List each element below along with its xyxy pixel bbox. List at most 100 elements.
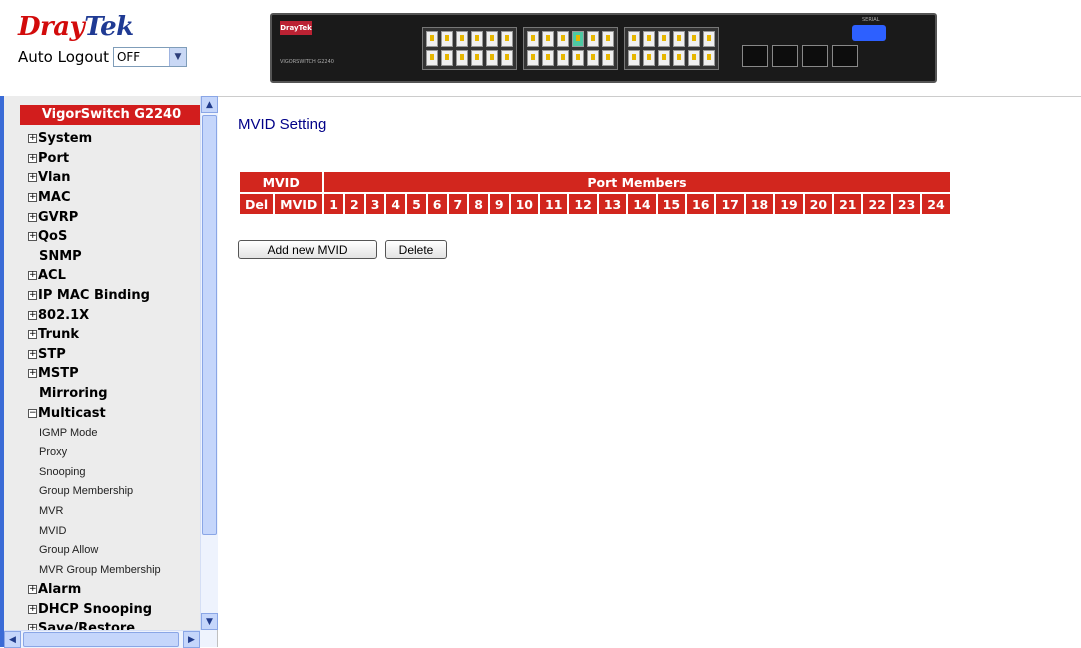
sidebar-subitem-group-membership[interactable]: Group Membership — [28, 482, 161, 502]
auto-logout-value: OFF — [116, 50, 141, 64]
column-header-port: 21 — [834, 194, 862, 216]
column-header-port: 8 — [469, 194, 488, 216]
expand-icon[interactable]: + — [28, 349, 37, 359]
scroll-left-icon[interactable]: ◀ — [4, 631, 21, 648]
sidebar-vertical-scrollbar[interactable]: ▲ ▼ — [200, 96, 218, 630]
sidebar-item-label: Port — [38, 150, 70, 166]
expand-icon[interactable]: + — [28, 193, 37, 203]
sidebar-item-label: Vlan — [38, 170, 71, 186]
sidebar-item-port[interactable]: + Port — [28, 149, 161, 169]
sidebar-item-label: MSTP — [38, 366, 79, 382]
column-header-port: 17 — [716, 194, 744, 216]
column-header-port: 6 — [427, 194, 447, 216]
expand-icon[interactable]: + — [28, 310, 37, 320]
port-icon — [673, 50, 685, 66]
expand-icon[interactable]: + — [28, 604, 37, 614]
port-icon — [602, 31, 614, 47]
scroll-right-icon[interactable]: ▶ — [183, 631, 200, 648]
port-panel — [422, 27, 719, 70]
collapse-icon[interactable]: − — [28, 408, 37, 418]
delete-button[interactable]: Delete — [385, 240, 447, 259]
auto-logout-control: Auto Logout OFF ▼ — [18, 47, 187, 67]
sidebar-subitem-group-allow[interactable]: Group Allow — [28, 540, 161, 560]
sidebar-item-mirroring[interactable]: Mirroring — [28, 384, 161, 404]
sidebar-item-qos[interactable]: + QoS — [28, 227, 161, 247]
port-icon — [501, 31, 513, 47]
header: DrayTek Auto Logout OFF ▼ DrayTek VIGORS… — [0, 0, 1081, 97]
chevron-down-icon[interactable]: ▼ — [168, 48, 186, 66]
expand-icon[interactable]: + — [28, 291, 37, 301]
sidebar-title[interactable]: VigorSwitch G2240 — [20, 105, 203, 125]
port-icon — [703, 50, 715, 66]
sidebar-horizontal-scrollbar[interactable]: ◀ ▶ — [4, 630, 200, 648]
sidebar-item-label: Multicast — [38, 405, 106, 421]
sidebar-item-trunk[interactable]: + Trunk — [28, 325, 161, 345]
port-icon — [542, 31, 554, 47]
scrollbar-thumb[interactable] — [23, 632, 179, 647]
port-icon — [456, 31, 468, 47]
sidebar-subitem-mvr-group-membership[interactable]: MVR Group Membership — [28, 560, 161, 580]
sidebar-item-mac[interactable]: + MAC — [28, 188, 161, 208]
expand-icon[interactable]: + — [28, 153, 37, 163]
sidebar-item-label: GVRP — [38, 209, 79, 225]
scrollbar-thumb[interactable] — [202, 115, 217, 535]
port-icon — [688, 50, 700, 66]
expand-icon[interactable]: + — [28, 584, 37, 594]
column-header-port: 16 — [687, 194, 715, 216]
add-new-mvid-button[interactable]: Add new MVID — [238, 240, 377, 259]
port-icon — [643, 31, 655, 47]
sidebar-item-ip-mac-binding[interactable]: + IP MAC Binding — [28, 286, 161, 306]
sidebar-subitem-mvid[interactable]: MVID — [28, 521, 161, 541]
column-header-port: 1 — [324, 194, 343, 216]
auto-logout-select[interactable]: OFF ▼ — [112, 47, 187, 67]
sidebar-item-label: QoS — [38, 229, 68, 245]
sidebar-subitem-proxy[interactable]: Proxy — [28, 443, 161, 463]
expand-icon[interactable]: + — [28, 173, 37, 183]
sidebar-item-multicast[interactable]: − Multicast — [28, 403, 161, 423]
sidebar-item-label: STP — [38, 346, 66, 362]
sidebar-item-label: System — [38, 131, 93, 147]
column-header-port: 24 — [922, 194, 950, 216]
scroll-down-icon[interactable]: ▼ — [201, 613, 218, 630]
scroll-up-icon[interactable]: ▲ — [201, 96, 218, 113]
sidebar-item-acl[interactable]: + ACL — [28, 266, 161, 286]
expand-icon[interactable]: + — [28, 369, 37, 379]
column-header-port: 4 — [386, 194, 406, 216]
sidebar-item-system[interactable]: + System — [28, 129, 161, 149]
sfp-icon — [832, 45, 858, 67]
device-model: VIGORSWITCH G2240 — [280, 59, 334, 65]
column-header-del: Del — [240, 194, 274, 216]
expand-icon[interactable]: + — [28, 330, 37, 340]
sidebar-subitem-igmp-mode[interactable]: IGMP Mode — [28, 423, 161, 443]
sidebar-item-stp[interactable]: + STP — [28, 345, 161, 365]
sidebar-subitem-snooping[interactable]: Snooping — [28, 462, 161, 482]
sidebar-item-8021x[interactable]: +802.1X — [28, 305, 161, 325]
port-icon — [628, 50, 640, 66]
sidebar-item-snmp[interactable]: SNMP — [28, 247, 161, 267]
sidebar: VigorSwitch G2240 + System + Port + Vlan + M… — [4, 96, 218, 647]
port-icon — [557, 31, 569, 47]
column-header-port: 19 — [775, 194, 803, 216]
expand-icon[interactable]: + — [28, 212, 37, 222]
sidebar-item-vlan[interactable]: + Vlan — [28, 168, 161, 188]
expand-icon[interactable]: + — [28, 134, 37, 144]
sidebar-item-label: 802.1X — [38, 307, 90, 323]
scrollbar-corner — [200, 630, 217, 647]
expand-icon[interactable]: + — [28, 271, 37, 281]
sidebar-item-alarm[interactable]: + Alarm — [28, 580, 161, 600]
expand-icon[interactable]: + — [28, 232, 37, 242]
sidebar-item-mstp[interactable]: + MSTP — [28, 364, 161, 384]
switch-panel-image: DrayTek VIGORSWITCH G2240 SERIAL — [270, 13, 937, 83]
sidebar-subitem-mvr[interactable]: MVR — [28, 501, 161, 521]
sidebar-item-label: IP MAC Binding — [38, 288, 150, 304]
port-icon — [456, 50, 468, 66]
sidebar-item-label: Alarm — [38, 581, 82, 597]
sidebar-item-dhcp-snooping[interactable]: + DHCP Snooping — [28, 599, 161, 619]
port-icon — [557, 50, 569, 66]
sidebar-item-label: SNMP — [39, 248, 82, 264]
sidebar-item-gvrp[interactable]: + GVRP — [28, 207, 161, 227]
column-header-port: 15 — [657, 194, 686, 216]
column-header-port: 23 — [892, 194, 921, 216]
group-header-port-members: Port Members — [324, 172, 950, 194]
port-icon — [587, 50, 599, 66]
